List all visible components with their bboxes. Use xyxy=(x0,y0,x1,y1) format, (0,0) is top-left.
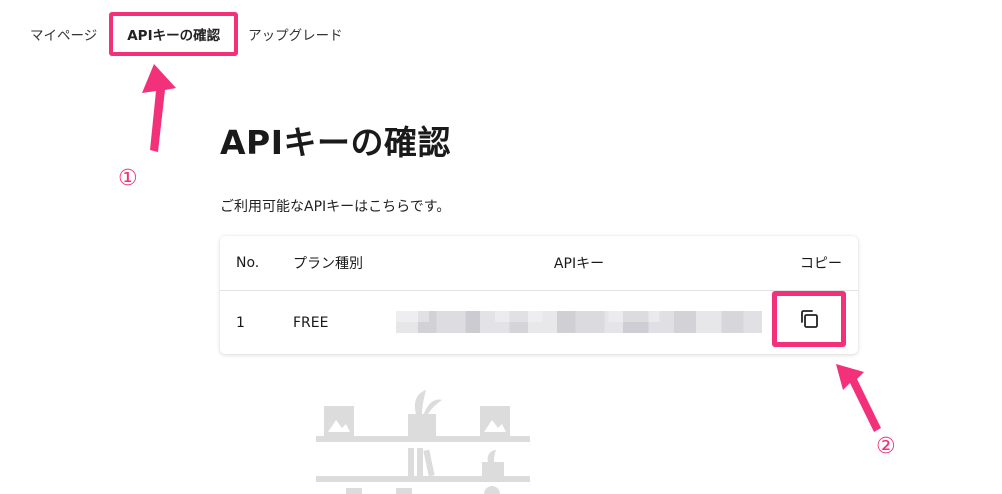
nav-item-upgrade[interactable]: アップグレード xyxy=(248,24,343,44)
header-no: No. xyxy=(236,255,260,271)
row-no: 1 xyxy=(236,314,245,331)
api-key-value-blurred xyxy=(396,311,762,333)
copy-icon xyxy=(801,310,818,328)
top-nav: マイページ APIキーの確認 アップグレード xyxy=(30,12,343,56)
row-plan-type: FREE xyxy=(293,314,329,331)
nav-item-api-key-label: APIキーの確認 xyxy=(127,28,221,44)
annotation-marker-2: ② xyxy=(876,434,896,459)
annotation-arrow-2 xyxy=(836,364,881,432)
table-row: 1 FREE xyxy=(220,291,858,354)
header-copy: コピー xyxy=(800,256,842,272)
page-title: APIキーの確認 xyxy=(220,123,452,162)
bookshelf-illustration xyxy=(316,390,530,494)
page-description: ご利用可能なAPIキーはこちらです。 xyxy=(220,199,451,215)
nav-item-mypage[interactable]: マイページ xyxy=(30,24,97,44)
nav-item-api-key[interactable]: APIキーの確認 xyxy=(109,12,239,56)
header-plan-type: プラン種別 xyxy=(293,256,363,272)
api-key-table: No. プラン種別 APIキー コピー 1 FREE xyxy=(220,236,858,354)
table-header-row: No. プラン種別 APIキー コピー xyxy=(220,236,858,291)
header-api-key: APIキー xyxy=(553,256,605,272)
annotation-marker-1: ① xyxy=(118,166,138,191)
annotation-arrow-1 xyxy=(142,64,176,152)
copy-button[interactable] xyxy=(772,291,846,347)
